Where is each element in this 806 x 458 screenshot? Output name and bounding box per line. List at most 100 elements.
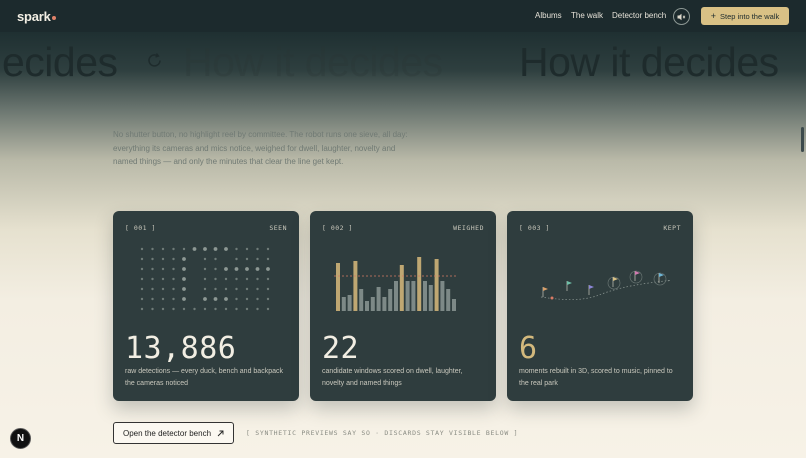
score-bar	[446, 289, 451, 311]
detection-dot	[151, 277, 154, 281]
detection-dot	[182, 287, 186, 291]
score-bar	[428, 285, 433, 311]
detection-dot	[151, 307, 154, 311]
detection-dot	[161, 287, 165, 291]
detection-dot	[245, 247, 249, 251]
detection-dot	[234, 267, 239, 271]
detection-dot	[203, 307, 207, 311]
detection-dot	[256, 307, 259, 311]
scrollbar-thumb[interactable]	[801, 127, 804, 152]
card-number: 22	[322, 331, 360, 366]
flag-icon	[635, 271, 640, 275]
nav-the-walk[interactable]: The walk	[571, 11, 603, 20]
score-bar	[423, 281, 427, 311]
nav-detector-bench[interactable]: Detector bench	[612, 11, 666, 20]
score-bar	[359, 289, 364, 311]
detection-dot	[256, 247, 259, 251]
detection-dot	[214, 257, 217, 261]
detection-dot	[224, 267, 228, 271]
detection-dot	[213, 297, 218, 301]
card-number: 6	[519, 331, 538, 366]
card-id: [ 001 ]	[125, 224, 156, 232]
card-tag: KEPT	[663, 224, 681, 232]
score-bar	[336, 263, 340, 311]
detection-dot	[182, 307, 186, 311]
detection-dot	[193, 307, 196, 311]
detection-dot	[151, 287, 154, 291]
flag-icon	[543, 287, 548, 291]
detection-dot	[172, 267, 175, 271]
detection-dot	[203, 287, 207, 291]
score-bar	[370, 297, 375, 311]
cta-label: Step into the walk	[720, 11, 780, 21]
score-bar	[353, 261, 358, 311]
detection-dot	[172, 277, 175, 281]
scored-windows-bar-chart	[334, 257, 456, 311]
detection-dot	[245, 297, 249, 301]
intro-paragraph: No shutter button, no highlight reel by …	[113, 130, 408, 166]
score-bar	[341, 297, 346, 311]
detection-dot	[182, 267, 186, 271]
detection-dot	[214, 307, 217, 311]
marquee-text-ghost: How it decides	[183, 39, 443, 85]
score-bar	[382, 297, 387, 311]
detection-dot	[140, 297, 144, 301]
detection-dot	[182, 297, 186, 301]
detection-dot	[172, 307, 175, 311]
open-detector-bench-button[interactable]: Open the detector bench	[113, 422, 234, 444]
score-bar	[452, 299, 456, 311]
detection-dot	[192, 247, 197, 251]
reload-icon	[148, 53, 161, 67]
detection-dot	[172, 287, 175, 291]
detection-dot	[235, 287, 238, 291]
detection-dot	[182, 277, 186, 281]
score-bar	[434, 259, 439, 311]
badge-letter: N	[16, 433, 25, 444]
plus-icon: +	[710, 10, 717, 21]
mute-button[interactable]	[673, 8, 690, 25]
step-into-walk-button[interactable]: + Step into the walk	[701, 7, 789, 25]
detection-dot	[245, 267, 249, 271]
detection-dot	[256, 277, 259, 281]
flag-icon	[567, 281, 572, 285]
walk-path	[540, 279, 671, 300]
detection-dot	[172, 297, 175, 301]
detection-dot	[161, 297, 165, 301]
detection-dot	[256, 287, 259, 291]
score-bar	[399, 265, 404, 311]
marquee-text: How it decides	[519, 39, 779, 85]
detection-dot	[235, 307, 238, 311]
brand-logo[interactable]: spark	[17, 9, 56, 24]
card-id: [ 003 ]	[519, 224, 550, 232]
detection-dot	[182, 257, 186, 261]
score-bar	[440, 281, 445, 311]
detection-dot	[224, 247, 228, 251]
detection-dot	[151, 257, 154, 261]
brand-dot	[51, 16, 56, 20]
detection-dot	[151, 247, 154, 251]
card-number: 13,886	[125, 331, 237, 366]
card-kept: [ 003 ] KEPT 6 moments rebuilt in 3D, sc…	[507, 211, 693, 401]
dev-indicator-badge[interactable]: N	[10, 428, 31, 449]
detection-dot	[203, 267, 207, 271]
score-bar	[365, 301, 369, 311]
detection-dot	[266, 297, 270, 301]
card-id: [ 002 ]	[322, 224, 353, 232]
detection-dot	[172, 247, 175, 251]
detection-dot	[140, 247, 144, 251]
marquee-fragment: ecides	[2, 39, 118, 85]
detection-dot	[235, 277, 238, 281]
detection-dot	[140, 267, 144, 271]
detection-dot	[266, 277, 270, 281]
detection-dot	[224, 277, 228, 281]
detection-dot	[245, 307, 249, 311]
speaker-muted-icon	[677, 13, 686, 20]
detection-dot	[161, 277, 165, 281]
detection-dot	[140, 307, 144, 311]
flag-icon	[613, 277, 618, 281]
detection-dot	[224, 287, 228, 291]
detection-dot	[203, 247, 207, 251]
detection-dot	[255, 267, 260, 271]
detection-dot	[172, 257, 175, 261]
nav-albums[interactable]: Albums	[535, 11, 562, 20]
